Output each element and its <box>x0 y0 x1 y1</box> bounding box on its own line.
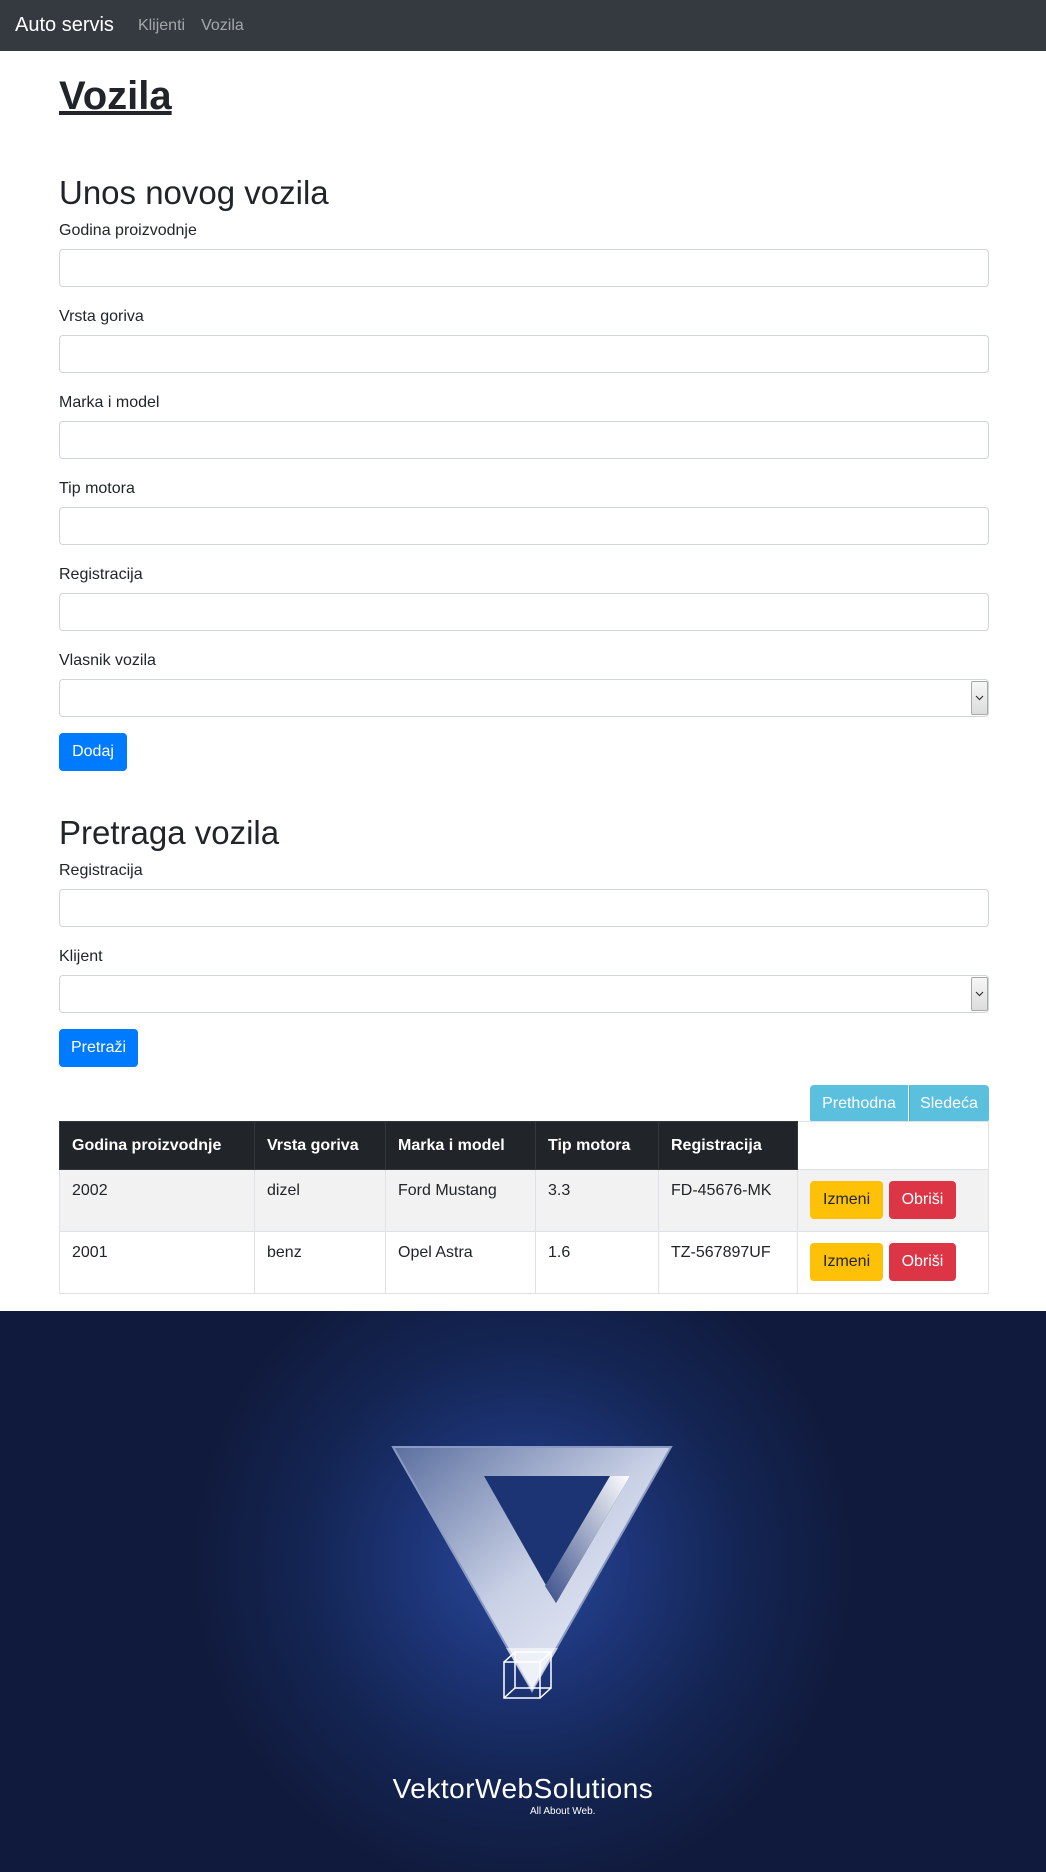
cell-make-model: Ford Mustang <box>385 1169 536 1232</box>
next-page-button[interactable]: Sledeća <box>909 1085 989 1123</box>
fuel-label: Vrsta goriva <box>59 308 144 325</box>
cell-engine: 1.6 <box>535 1231 659 1294</box>
engine-input[interactable] <box>59 507 989 545</box>
table-row: 2002 dizel Ford Mustang 3.3 FD-45676-MK … <box>59 1169 989 1232</box>
edit-button[interactable]: Izmeni <box>810 1181 884 1219</box>
company-tagline: All About Web. <box>530 1806 596 1817</box>
nav-link-klijenti[interactable]: Klijenti <box>138 17 185 35</box>
make-model-input[interactable] <box>59 421 989 459</box>
cell-make-model: Opel Astra <box>385 1231 536 1294</box>
owner-select[interactable] <box>59 679 989 717</box>
search-client-label: Klijent <box>59 948 103 965</box>
registration-label: Registracija <box>59 566 143 583</box>
cell-registration: FD-45676-MK <box>658 1169 798 1232</box>
owner-label: Vlasnik vozila <box>59 652 156 669</box>
nav-link-vozila[interactable]: Vozila <box>201 17 244 35</box>
chevron-down-icon[interactable] <box>971 977 988 1011</box>
footer-banner: VektorWebSolutions All About Web. <box>0 1311 1046 1872</box>
col-header-registration: Registracija <box>658 1121 798 1170</box>
col-header-engine: Tip motora <box>535 1121 659 1170</box>
fuel-input[interactable] <box>59 335 989 373</box>
search-registration-input[interactable] <box>59 889 989 927</box>
table-row: 2001 benz Opel Astra 1.6 TZ-567897UF Izm… <box>59 1231 989 1294</box>
page-title: Vozila <box>59 74 172 118</box>
cell-registration: TZ-567897UF <box>658 1231 798 1294</box>
search-form-title: Pretraga vozila <box>59 814 280 851</box>
cell-fuel: benz <box>254 1231 386 1294</box>
edit-button[interactable]: Izmeni <box>810 1243 884 1281</box>
year-label: Godina proizvodnje <box>59 222 197 239</box>
vehicles-table: Godina proizvodnje Vrsta goriva Marka i … <box>59 1121 989 1294</box>
cell-year: 2002 <box>59 1169 255 1232</box>
col-header-actions <box>797 1121 989 1170</box>
table-header-row: Godina proizvodnje Vrsta goriva Marka i … <box>59 1121 989 1170</box>
cell-fuel: dizel <box>254 1169 386 1232</box>
year-input[interactable] <box>59 249 989 287</box>
navbar: Auto servis Klijenti Vozila <box>0 0 1046 51</box>
cell-actions: Izmeni Obriši <box>797 1231 989 1294</box>
col-header-year: Godina proizvodnje <box>59 1121 255 1170</box>
add-button[interactable]: Dodaj <box>59 733 127 771</box>
engine-label: Tip motora <box>59 480 135 497</box>
delete-button[interactable]: Obriši <box>888 1243 957 1281</box>
cell-engine: 3.3 <box>535 1169 659 1232</box>
col-header-make-model: Marka i model <box>385 1121 536 1170</box>
navbar-brand[interactable]: Auto servis <box>15 14 114 37</box>
search-registration-label: Registracija <box>59 862 143 879</box>
add-form-title: Unos novog vozila <box>59 174 329 211</box>
company-name: VektorWebSolutions <box>392 1773 654 1804</box>
registration-input[interactable] <box>59 593 989 631</box>
search-client-select[interactable] <box>59 975 989 1013</box>
make-model-label: Marka i model <box>59 394 160 411</box>
col-header-fuel: Vrsta goriva <box>254 1121 386 1170</box>
cell-actions: Izmeni Obriši <box>797 1169 989 1232</box>
chevron-down-icon[interactable] <box>971 681 988 715</box>
delete-button[interactable]: Obriši <box>888 1181 957 1219</box>
cell-year: 2001 <box>59 1231 255 1294</box>
prev-page-button[interactable]: Prethodna <box>810 1085 908 1123</box>
search-button[interactable]: Pretraži <box>59 1029 138 1067</box>
